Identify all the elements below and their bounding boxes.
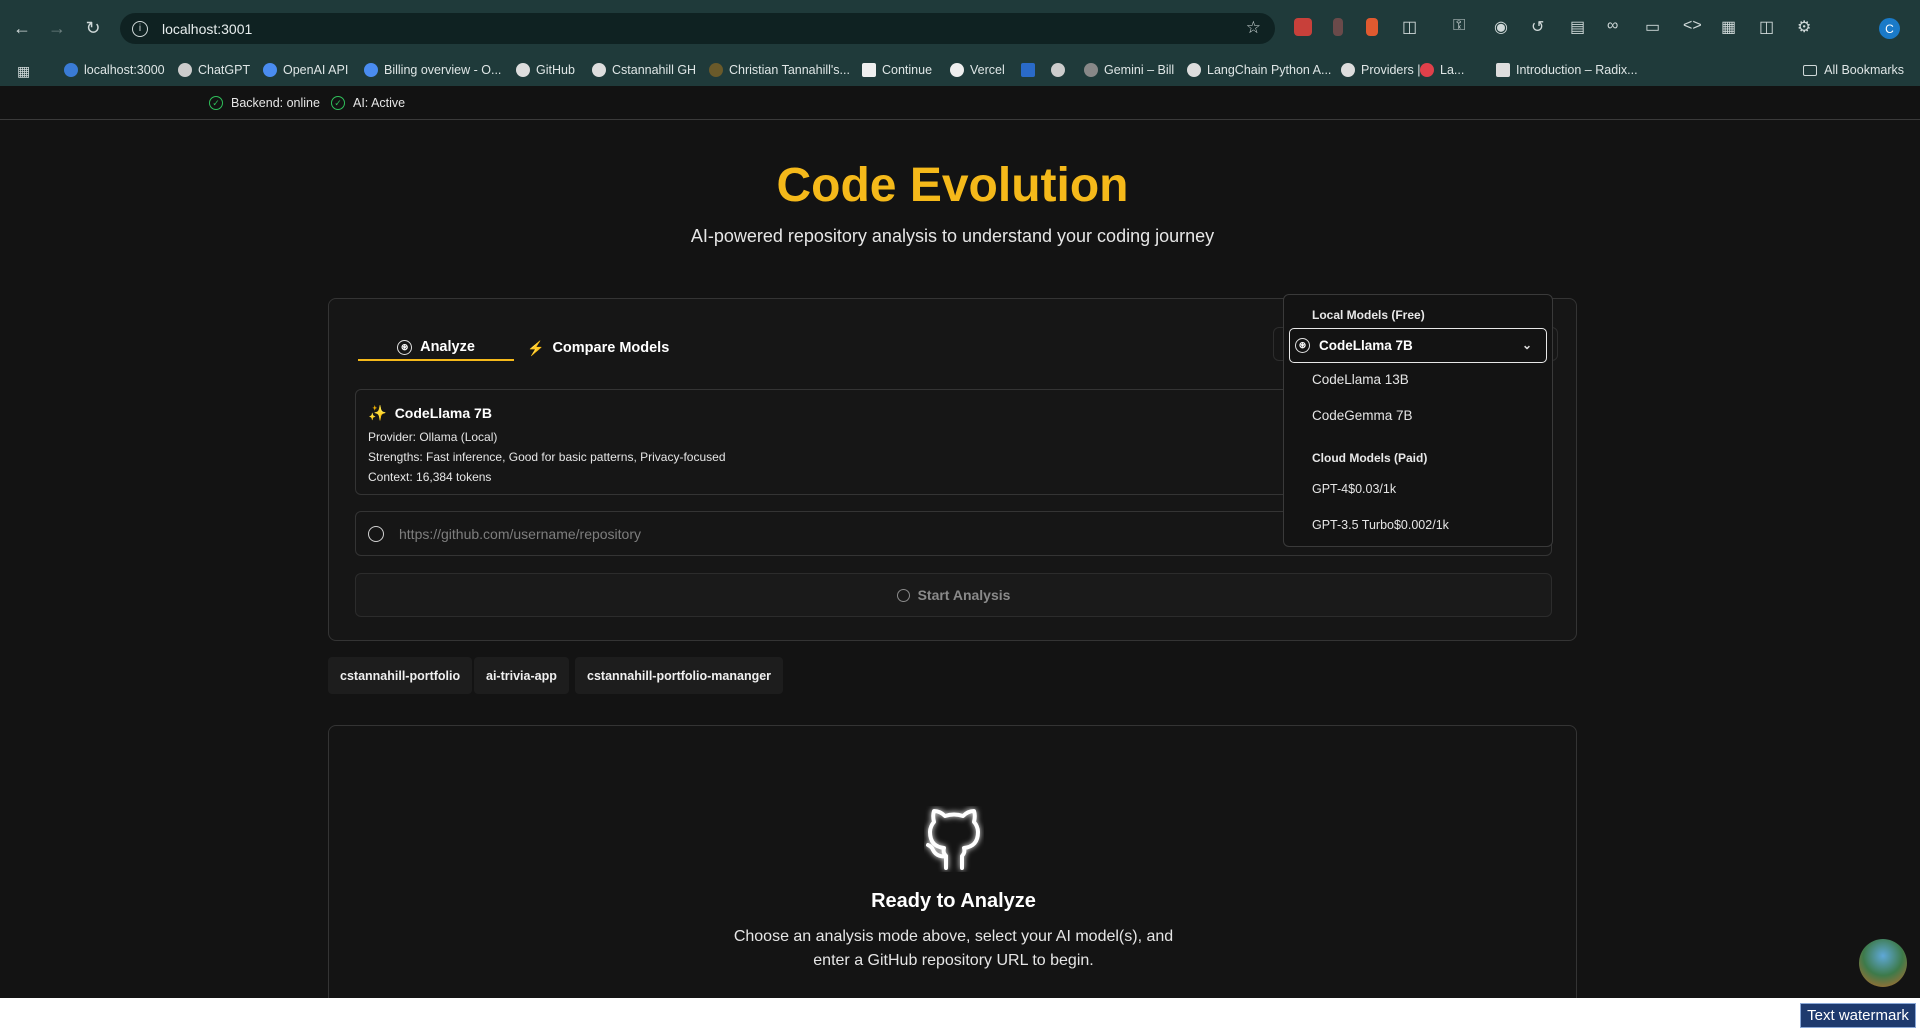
bookmark-item[interactable]: GitHub	[516, 63, 575, 77]
providers-icon	[1341, 63, 1355, 77]
bookmark-item[interactable]: Cstannahill GH	[592, 63, 696, 77]
empty-state-text: Choose an analysis mode above, select yo…	[733, 928, 1174, 969]
linkedin-icon	[1021, 63, 1035, 77]
chatgpt-icon	[178, 63, 192, 77]
bookmark-item[interactable]: Providers |	[1341, 63, 1421, 77]
chevron-down-icon: ⌄	[1521, 338, 1532, 352]
repo-chip[interactable]: cstannahill-portfolio	[328, 657, 473, 694]
dropdown-group-local: Local Models (Free)	[1312, 308, 1425, 322]
github-icon	[368, 525, 384, 542]
apps-grid-icon[interactable]: ▦	[17, 63, 30, 80]
location-icon[interactable]: ◉	[1494, 17, 1508, 37]
browser-toolbar: ← → ↻ i localhost:3001 ☆ ◫ ⚿ ◉ ↺ ▤ ∞ ▭ <…	[0, 0, 1920, 56]
status-bar: ✓ Backend: online ✓ AI: Active	[0, 86, 1920, 120]
site-info-icon[interactable]: i	[132, 20, 148, 37]
bookmark-item[interactable]: Continue	[862, 63, 932, 77]
bookmark-item[interactable]: Christian Tannahill's...	[709, 63, 850, 77]
bookmark-star-icon[interactable]: ☆	[1246, 18, 1261, 38]
model-strengths: Strengths: Fast inference, Good for basi…	[368, 450, 726, 464]
dropdown-option[interactable]: GPT-4$0.03/1k	[1312, 482, 1396, 496]
bookmark-item[interactable]: LangChain Python A...	[1187, 63, 1331, 77]
reading-list-icon[interactable]: ▤	[1570, 17, 1585, 37]
repo-chip[interactable]: cstannahill-portfolio-mananger	[575, 657, 784, 694]
gemini-icon	[1084, 63, 1098, 77]
sparkles-icon: ✨	[368, 405, 387, 422]
check-circle-icon: ✓	[209, 96, 223, 110]
puzzle-icon[interactable]: ◫	[1402, 17, 1417, 37]
brain-icon: ⊛	[397, 339, 413, 355]
repo-chip[interactable]: ai-trivia-app	[474, 657, 569, 694]
dropdown-option[interactable]: CodeGemma 7B	[1312, 408, 1413, 423]
bookmark-item[interactable]: localhost:3000	[64, 63, 165, 77]
qr-icon[interactable]: ▦	[1721, 17, 1736, 37]
openai-icon	[263, 63, 277, 77]
back-icon[interactable]: ←	[10, 16, 34, 40]
empty-state-card: Ready to Analyze Choose an analysis mode…	[328, 725, 1577, 1028]
extension-icon[interactable]	[1333, 18, 1343, 36]
key-icon[interactable]: ⚿	[1453, 17, 1465, 35]
vercel-icon	[950, 63, 964, 77]
continue-icon	[862, 63, 876, 77]
model-provider: Provider: Ollama (Local)	[368, 430, 498, 444]
watermark: Text watermark	[1800, 1003, 1916, 1028]
github-icon	[592, 63, 606, 77]
radix-icon	[1496, 63, 1510, 77]
globe-icon	[64, 63, 78, 77]
extension-icon[interactable]	[1294, 18, 1312, 36]
dropdown-option-selected[interactable]: ⊛ CodeLlama 7B ⌄	[1289, 328, 1547, 363]
bookmark-item[interactable]: OpenAI API	[263, 63, 348, 77]
bookmark-item[interactable]: La...	[1420, 63, 1464, 77]
ai-status: ✓ AI: Active	[331, 96, 405, 110]
settings-icon[interactable]: ⚙	[1797, 17, 1811, 37]
model-info-title: ✨ CodeLlama 7B	[368, 405, 492, 422]
bookmark-item[interactable]: ChatGPT	[178, 63, 250, 77]
link-icon[interactable]: ∞	[1607, 17, 1618, 35]
bolt-icon: ⚡	[527, 339, 545, 356]
github-large-icon	[926, 809, 980, 870]
code-icon[interactable]: <>	[1683, 17, 1702, 35]
bookmarks-bar: ▦ localhost:3000 ChatGPT OpenAI API Bill…	[0, 56, 1920, 86]
extension-icon[interactable]	[1366, 18, 1378, 36]
history-icon[interactable]: ↺	[1531, 17, 1544, 37]
bookmark-item[interactable]: Gemini – Bill	[1084, 63, 1174, 77]
site-icon	[709, 63, 723, 77]
start-analysis-button[interactable]: Start Analysis	[355, 573, 1552, 617]
bookmark-item[interactable]: Vercel	[950, 63, 1005, 77]
bottom-strip	[0, 998, 1920, 1028]
link-icon	[1420, 63, 1434, 77]
dropdown-option[interactable]: GPT-3.5 Turbo$0.002/1k	[1312, 518, 1449, 532]
tab-compare-models[interactable]: ⚡ Compare Models	[527, 335, 669, 361]
openai-icon	[364, 63, 378, 77]
bookmark-item[interactable]	[1051, 63, 1071, 77]
langchain-icon	[1187, 63, 1201, 77]
github-icon	[516, 63, 530, 77]
forward-icon[interactable]: →	[45, 16, 69, 40]
bookmark-item[interactable]	[1021, 63, 1041, 77]
address-url[interactable]: localhost:3001	[162, 21, 252, 37]
sidebar-icon[interactable]: ◫	[1759, 17, 1774, 37]
bookmark-item[interactable]: Billing overview - O...	[364, 63, 501, 77]
folder-icon	[1803, 64, 1818, 76]
model-context: Context: 16,384 tokens	[368, 470, 492, 484]
assistant-avatar[interactable]	[1859, 939, 1907, 987]
globe-icon	[1051, 63, 1065, 77]
dropdown-option[interactable]: CodeLlama 13B	[1312, 372, 1409, 387]
empty-state-title: Ready to Analyze	[871, 890, 1036, 912]
model-dropdown: Local Models (Free) ⊛ CodeLlama 7B ⌄ Cod…	[1283, 294, 1553, 547]
dropdown-group-cloud: Cloud Models (Paid)	[1312, 451, 1428, 465]
address-bar[interactable]: i localhost:3001 ☆	[120, 13, 1275, 44]
all-bookmarks-button[interactable]: All Bookmarks	[1803, 63, 1904, 77]
devices-icon[interactable]: ▭	[1645, 17, 1660, 37]
backend-status: ✓ Backend: online	[209, 96, 320, 110]
reload-icon[interactable]: ↻	[81, 16, 105, 40]
check-circle-icon: ✓	[331, 96, 345, 110]
profile-avatar[interactable]: C	[1879, 18, 1900, 39]
search-icon	[896, 588, 910, 602]
bookmark-item[interactable]: Introduction – Radix...	[1496, 63, 1638, 77]
tab-analyze[interactable]: ⊛ Analyze	[358, 335, 514, 361]
browser-chrome: ← → ↻ i localhost:3001 ☆ ◫ ⚿ ◉ ↺ ▤ ∞ ▭ <…	[0, 0, 1920, 86]
page-subtitle: AI-powered repository analysis to unders…	[690, 226, 1215, 246]
brain-icon: ⊛	[1295, 338, 1310, 353]
page-title: Code Evolution	[776, 159, 1129, 212]
